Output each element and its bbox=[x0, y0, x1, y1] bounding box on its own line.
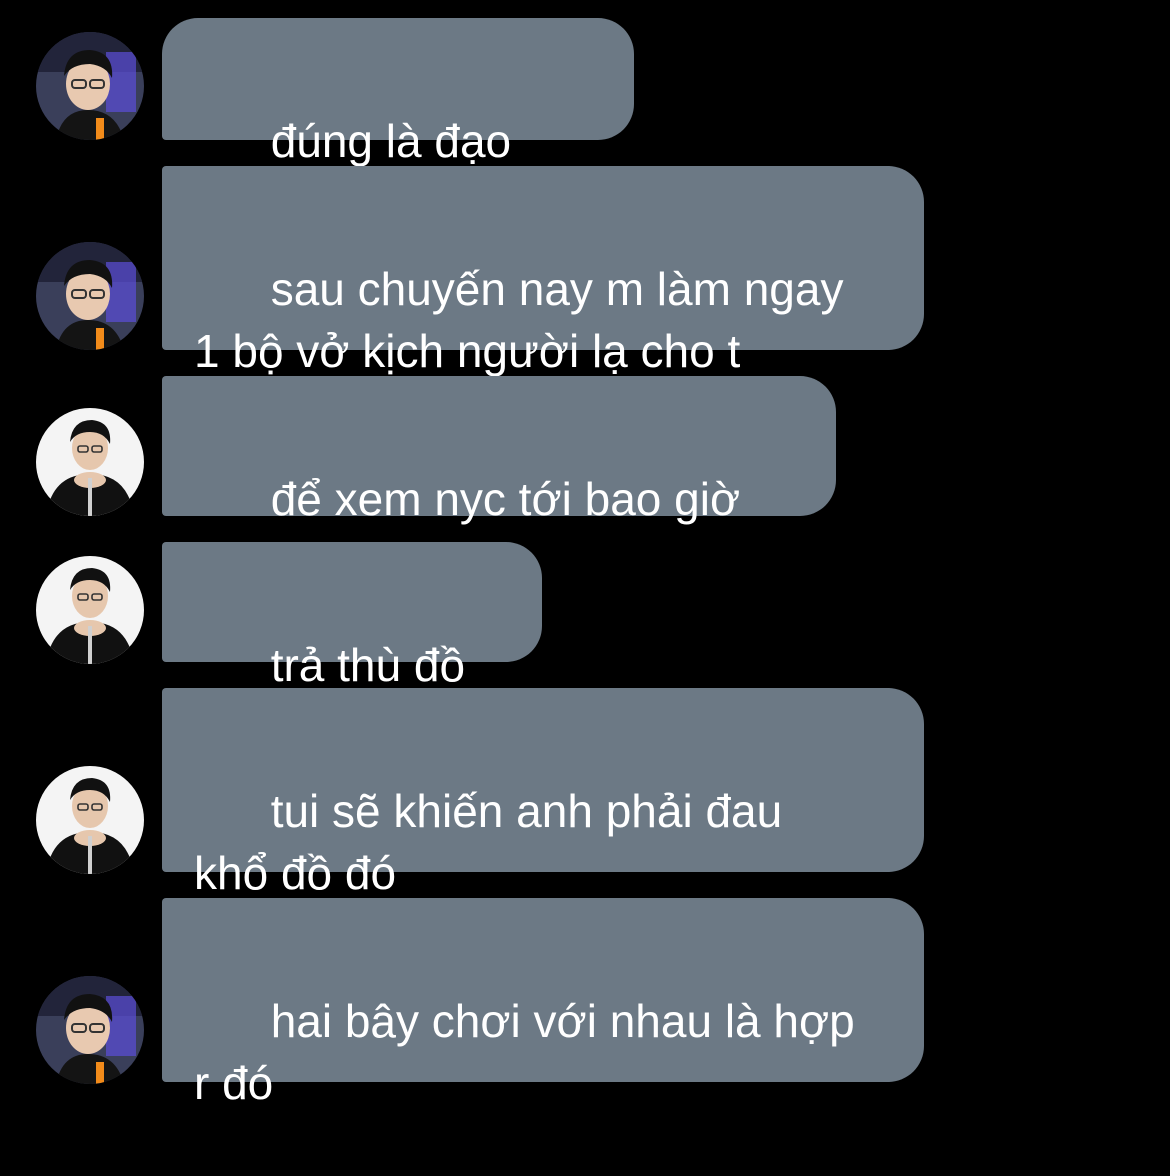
user-photo-icon bbox=[36, 242, 144, 350]
message-bubble[interactable]: tui sẽ khiến anh phải đau khổ đồ đó bbox=[162, 688, 924, 899]
user-photo-icon bbox=[36, 976, 144, 1084]
message-bubble[interactable]: hai bây chơi với nhau là hợp r đó bbox=[162, 898, 924, 1109]
user-photo-icon bbox=[36, 32, 144, 140]
user-photo-icon bbox=[36, 408, 144, 516]
avatar[interactable] bbox=[36, 976, 144, 1084]
message-thread: đúng là đạo diễn sau chuyến nay m làm ng… bbox=[0, 0, 1170, 1109]
avatar[interactable] bbox=[36, 408, 144, 516]
message-bubble[interactable]: trả thù đồ đó bbox=[162, 542, 542, 753]
message-text: để xem nyc tới bao giờ bbox=[270, 473, 741, 525]
message-bubble[interactable]: sau chuyến nay m làm ngay 1 bộ vở kịch n… bbox=[162, 166, 924, 377]
avatar[interactable] bbox=[36, 32, 144, 140]
avatar[interactable] bbox=[36, 766, 144, 874]
message-text: tui sẽ khiến anh phải đau khổ đồ đó bbox=[194, 785, 783, 899]
message-text: hai bây chơi với nhau là hợp r đó bbox=[194, 995, 855, 1109]
avatar[interactable] bbox=[36, 242, 144, 350]
message-bubble[interactable]: đúng là đạo diễn bbox=[162, 18, 634, 229]
message-text: sau chuyến nay m làm ngay 1 bộ vở kịch n… bbox=[194, 263, 844, 377]
user-photo-icon bbox=[36, 766, 144, 874]
avatar[interactable] bbox=[36, 556, 144, 664]
message-bubble[interactable]: để xem nyc tới bao giờ bbox=[162, 376, 836, 638]
user-photo-icon bbox=[36, 556, 144, 664]
